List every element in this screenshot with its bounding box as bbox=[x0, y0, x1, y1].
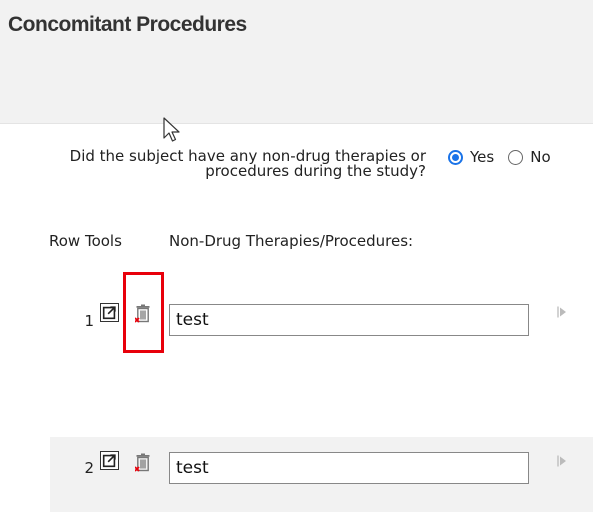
play-arrow-icon[interactable] bbox=[557, 306, 567, 318]
column-header-procedures: Non-Drug Therapies/Procedures: bbox=[169, 232, 414, 250]
column-header-row-tools: Row Tools bbox=[49, 232, 122, 250]
radio-yes[interactable]: Yes bbox=[448, 148, 494, 166]
external-link-icon[interactable] bbox=[100, 451, 119, 470]
play-arrow-icon[interactable] bbox=[557, 455, 567, 467]
radio-no-button[interactable] bbox=[508, 149, 524, 165]
trash-icon[interactable] bbox=[135, 453, 151, 473]
row-number: 2 bbox=[84, 459, 94, 477]
external-link-icon[interactable] bbox=[100, 303, 119, 322]
radio-no[interactable]: No bbox=[508, 148, 551, 166]
row-number: 1 bbox=[84, 312, 94, 330]
yes-no-radio-group: Yes No bbox=[448, 148, 565, 166]
radio-no-label: No bbox=[530, 148, 551, 166]
mouse-cursor-icon bbox=[163, 117, 180, 142]
section-header: Concomitant Procedures bbox=[0, 0, 593, 124]
procedure-input[interactable] bbox=[169, 304, 529, 336]
page-title: Concomitant Procedures bbox=[8, 13, 247, 36]
procedure-input[interactable] bbox=[169, 452, 529, 484]
radio-yes-label: Yes bbox=[470, 148, 495, 166]
radio-yes-button[interactable] bbox=[448, 149, 463, 165]
question-text: Did the subject have any non-drug therap… bbox=[69, 147, 426, 180]
delete-highlight-box bbox=[123, 272, 164, 353]
